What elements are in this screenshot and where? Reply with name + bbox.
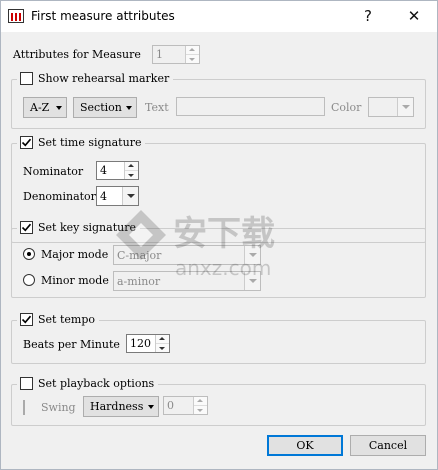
time-signature-checkbox[interactable] <box>20 136 33 149</box>
app-icon <box>8 9 24 23</box>
help-button[interactable]: ? <box>353 5 383 27</box>
chevron-down-icon <box>397 98 413 116</box>
dialog-window: First measure attributes ? ✕ Attributes … <box>0 0 438 470</box>
time-signature-legend[interactable]: Set time signature <box>17 136 146 149</box>
nominator-spin-up-icon[interactable] <box>125 162 138 171</box>
chevron-down-icon <box>244 246 260 264</box>
measure-spin-down-icon[interactable] <box>186 55 199 64</box>
denominator-value: 4 <box>100 190 107 203</box>
close-button[interactable]: ✕ <box>399 5 429 27</box>
checkmark-icon <box>21 315 32 324</box>
denominator-label: Denominator <box>23 190 96 203</box>
title-bar: First measure attributes ? ✕ <box>1 1 437 32</box>
swing-checkbox[interactable] <box>23 400 25 415</box>
minor-mode-value: a-minor <box>117 275 161 288</box>
playback-legend-label: Set playback options <box>38 377 155 390</box>
rehearsal-checkbox[interactable] <box>20 72 33 85</box>
nominator-spin-down-icon[interactable] <box>125 171 138 180</box>
hardness-stepper[interactable]: 0 <box>163 396 208 415</box>
key-signature-legend[interactable]: Set key signature <box>17 221 140 234</box>
measure-stepper[interactable]: 1 <box>152 45 200 64</box>
bpm-stepper[interactable]: 120 <box>126 334 170 353</box>
tempo-checkbox[interactable] <box>20 313 33 326</box>
ok-button[interactable]: OK <box>267 435 343 456</box>
chevron-down-icon <box>122 187 138 205</box>
measure-spin-up-icon[interactable] <box>186 46 199 55</box>
cancel-button[interactable]: Cancel <box>350 435 426 456</box>
chevron-down-icon <box>126 106 132 110</box>
minor-mode-label: Minor mode <box>41 274 109 287</box>
rehearsal-style-label: A-Z <box>30 101 50 114</box>
major-mode-value: C-major <box>117 249 162 262</box>
rehearsal-style-button[interactable]: A-Z <box>23 97 67 118</box>
minor-mode-select[interactable]: a-minor <box>113 271 261 291</box>
rehearsal-color-select[interactable] <box>368 97 414 117</box>
rehearsal-type-label: Section <box>80 101 122 114</box>
chevron-down-icon <box>244 272 260 290</box>
rehearsal-text-label: Text <box>145 101 169 114</box>
chevron-down-icon <box>56 106 62 110</box>
tempo-legend-label: Set tempo <box>38 313 95 326</box>
nominator-stepper[interactable]: 4 <box>96 161 139 180</box>
hardness-value: 0 <box>167 399 174 412</box>
nominator-value: 4 <box>100 164 107 177</box>
tempo-legend[interactable]: Set tempo <box>17 313 99 326</box>
measure-spin[interactable] <box>185 46 199 63</box>
help-icon: ? <box>364 7 372 25</box>
close-icon: ✕ <box>407 7 421 25</box>
key-signature-legend-label: Set key signature <box>38 221 136 234</box>
checkmark-icon <box>21 138 32 147</box>
nominator-spin[interactable] <box>124 162 138 179</box>
key-signature-checkbox[interactable] <box>20 221 33 234</box>
hardness-spin-up-icon[interactable] <box>194 397 207 406</box>
checkmark-icon <box>21 223 32 232</box>
hardness-spin-down-icon[interactable] <box>194 406 207 415</box>
denominator-select[interactable]: 4 <box>96 186 139 206</box>
rehearsal-legend-label: Show rehearsal marker <box>38 72 170 85</box>
bpm-spin[interactable] <box>155 335 169 352</box>
chevron-down-icon <box>148 405 154 409</box>
minor-mode-radio[interactable] <box>23 274 35 286</box>
rehearsal-color-label: Color <box>331 101 362 114</box>
bpm-label: Beats per Minute <box>23 338 120 351</box>
hardness-spin[interactable] <box>193 397 207 414</box>
major-mode-select[interactable]: C-major <box>113 245 261 265</box>
hardness-button[interactable]: Hardness <box>83 396 159 417</box>
time-signature-legend-label: Set time signature <box>38 136 142 149</box>
hardness-label: Hardness <box>90 400 144 413</box>
dialog-title: First measure attributes <box>31 9 175 23</box>
playback-checkbox[interactable] <box>20 377 33 390</box>
dialog-content: Attributes for Measure 1 Show rehearsal … <box>1 32 437 469</box>
bpm-spin-down-icon[interactable] <box>156 344 169 353</box>
nominator-label: Nominator <box>23 165 84 178</box>
swing-label: Swing <box>41 401 76 414</box>
bpm-spin-up-icon[interactable] <box>156 335 169 344</box>
rehearsal-text-input[interactable] <box>176 97 325 116</box>
measure-value: 1 <box>156 48 163 61</box>
major-mode-radio[interactable] <box>23 248 35 260</box>
major-mode-label: Major mode <box>41 248 109 261</box>
bpm-value: 120 <box>130 337 151 350</box>
rehearsal-type-button[interactable]: Section <box>73 97 137 118</box>
rehearsal-legend[interactable]: Show rehearsal marker <box>17 72 174 85</box>
playback-legend[interactable]: Set playback options <box>17 377 159 390</box>
measure-label: Attributes for Measure <box>13 48 141 61</box>
